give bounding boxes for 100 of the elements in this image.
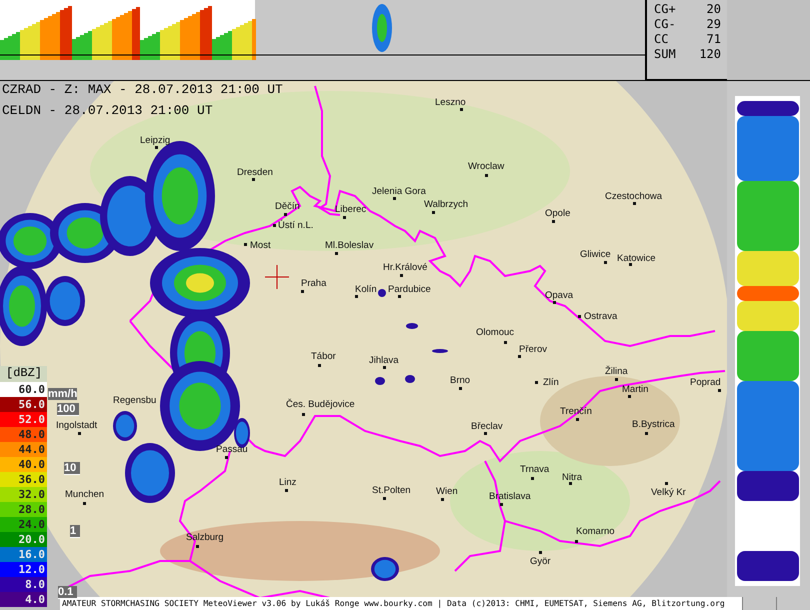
legend-swatch: 12.0 — [0, 562, 47, 577]
stat-label: CG- — [654, 17, 676, 32]
city-marker-icon — [398, 295, 401, 298]
city-label: Leipzig — [140, 135, 170, 146]
city-marker-icon — [318, 364, 321, 367]
city-label: Most — [250, 240, 271, 251]
city-marker-icon — [535, 381, 538, 384]
city-label: Velký Kr — [651, 487, 686, 498]
city-label: Ústí n.L. — [278, 220, 314, 231]
city-label: Dresden — [237, 167, 273, 178]
city-marker-icon — [285, 489, 288, 492]
stat-value: 120 — [699, 47, 721, 62]
city-marker-icon — [302, 413, 305, 416]
legend-swatch: 28.0 — [0, 502, 47, 517]
city-marker-icon — [539, 551, 542, 554]
city-label: Hr.Králové — [383, 262, 428, 273]
city-label: Praha — [301, 278, 326, 289]
city-marker-icon — [518, 355, 521, 358]
city-label: Břeclav — [471, 421, 503, 432]
city-marker-icon — [393, 197, 396, 200]
city-marker-icon — [500, 503, 503, 506]
status-box — [742, 597, 776, 610]
city-label: Gliwice — [580, 249, 611, 260]
city-label: Ml.Boleslav — [325, 240, 374, 251]
city-label: Wien — [436, 486, 458, 497]
city-marker-icon — [628, 395, 631, 398]
city-marker-icon — [383, 366, 386, 369]
rain-scale-tick: 100 — [57, 403, 80, 416]
city-marker-icon — [196, 545, 199, 548]
city-marker-icon — [575, 540, 578, 543]
city-marker-icon — [225, 456, 228, 459]
city-label: Opole — [545, 208, 570, 219]
city-label: Brno — [450, 375, 470, 386]
city-marker-icon — [553, 301, 556, 304]
stat-value: 71 — [706, 32, 721, 47]
crosshair-icon — [264, 264, 290, 290]
city-label: Linz — [279, 477, 296, 488]
city-marker-icon — [460, 108, 463, 111]
legend-swatch: 40.0 — [0, 457, 47, 472]
legend-swatch: 4.0 — [0, 592, 47, 607]
city-label: Opava — [545, 290, 573, 301]
city-marker-icon — [531, 477, 534, 480]
city-marker-icon — [569, 482, 572, 485]
city-marker-icon — [578, 315, 581, 318]
city-marker-icon — [552, 220, 555, 223]
rain-scale-tick: 1 — [70, 525, 80, 538]
city-marker-icon — [83, 502, 86, 505]
rain-scale-tick: 10 — [64, 462, 80, 475]
city-marker-icon — [155, 146, 158, 149]
city-marker-icon — [629, 263, 632, 266]
legend-swatch: 56.0 — [0, 397, 47, 412]
stat-value: 20 — [706, 2, 721, 17]
city-marker-icon — [604, 261, 607, 264]
radar-header-text: CZRAD - Z: MAX - 28.07.2013 21:00 UT — [2, 82, 283, 97]
city-label: Olomouc — [476, 327, 514, 338]
city-label: Munchen — [65, 489, 104, 500]
city-label: Wroclaw — [468, 161, 504, 172]
city-label: Leszno — [435, 97, 466, 108]
city-label: Kolín — [355, 284, 377, 295]
city-label: Čes. Budějovice — [286, 399, 355, 410]
city-label: Passau — [216, 444, 248, 455]
city-marker-icon — [284, 213, 287, 216]
status-bar-text: AMATEUR STORMCHASING SOCIETY MeteoViewer v3.06 by Lukáš Ronge www.bourky.com | Data (c)2013: CHMI, EUMETSAT, Siemens AG, Blitzortung.org — [60, 597, 742, 610]
city-label: Katowice — [617, 253, 656, 264]
city-marker-icon — [301, 290, 304, 293]
city-marker-icon — [504, 341, 507, 344]
city-marker-icon — [485, 174, 488, 177]
city-marker-icon — [665, 482, 668, 485]
city-label: Jihlava — [369, 355, 399, 366]
lightning-header-text: CELDN - 28.07.2013 21:00 UT — [2, 103, 213, 118]
city-marker-icon — [459, 387, 462, 390]
city-label: Györ — [530, 556, 551, 567]
city-marker-icon — [383, 497, 386, 500]
city-label: Přerov — [519, 344, 547, 355]
city-marker-icon — [718, 389, 721, 392]
legend-swatch: 44.0 — [0, 442, 47, 457]
city-marker-icon — [355, 295, 358, 298]
rain-scale-unit: mm/h — [48, 388, 78, 400]
city-label: Trnava — [520, 464, 550, 475]
status-box — [776, 597, 810, 610]
legend-swatch: 52.0 — [0, 412, 47, 427]
city-label: B.Bystrica — [632, 419, 675, 430]
legend-swatch: 8.0 — [0, 577, 47, 592]
legend-swatch: 32.0 — [0, 487, 47, 502]
legend-swatch: 60.0 — [0, 382, 47, 397]
city-label: Pardubice — [388, 284, 431, 295]
city-label: Zlín — [543, 377, 559, 388]
city-marker-icon — [252, 178, 255, 181]
city-marker-icon — [273, 224, 276, 227]
legend-swatch: 20.0 — [0, 532, 47, 547]
city-label: Martin — [622, 384, 648, 395]
city-label: Regensbu — [113, 395, 156, 406]
legend-swatch: 24.0 — [0, 517, 47, 532]
stat-label: SUM — [654, 47, 676, 62]
city-marker-icon — [576, 418, 579, 421]
city-marker-icon — [343, 216, 346, 219]
city-label: Czestochowa — [605, 191, 662, 202]
city-label: Poprad — [690, 377, 721, 388]
city-marker-icon — [441, 498, 444, 501]
city-label: Ingolstadt — [56, 420, 98, 431]
